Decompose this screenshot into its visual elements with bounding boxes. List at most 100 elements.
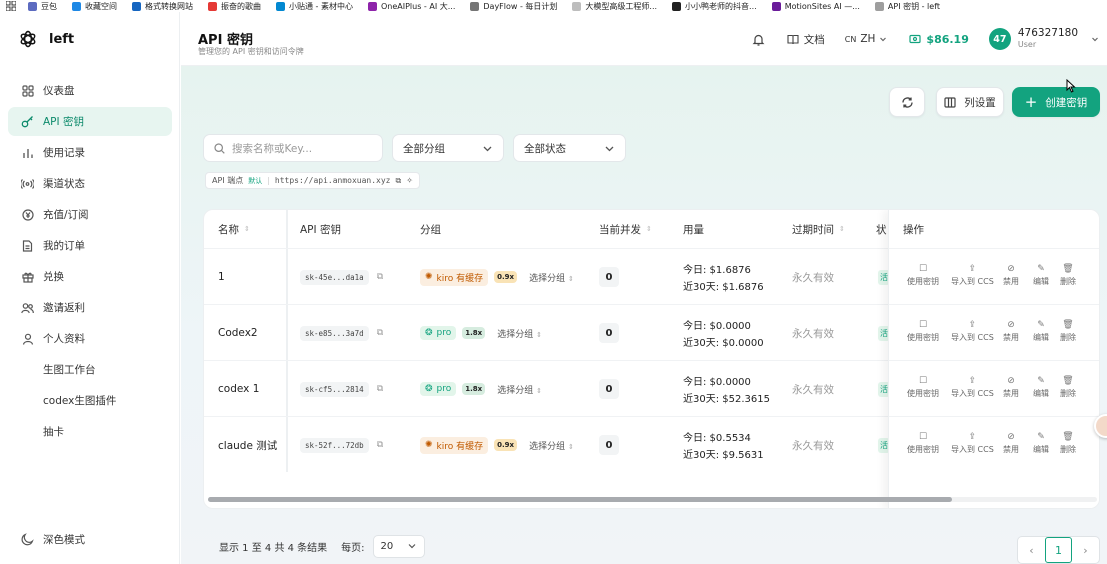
page-subtitle: 管理您的 API 密钥和访问令牌 bbox=[198, 47, 304, 56]
language-select[interactable]: CN ZH bbox=[845, 33, 888, 45]
group-filter-select[interactable]: 全部分组 bbox=[392, 134, 504, 162]
col-header-expiry[interactable]: 过期时间 ⇕ bbox=[792, 210, 845, 248]
delete-button[interactable]: 🗑 删除 bbox=[1060, 376, 1076, 399]
import-ccs-button[interactable]: ⇪ 导入到 CCS bbox=[951, 320, 994, 343]
bookmark-item[interactable]: MotionSites AI —... bbox=[771, 1, 860, 12]
col-header-key: API 密钥 bbox=[300, 210, 341, 248]
horizontal-scrollbar[interactable] bbox=[208, 497, 1097, 502]
next-page-button[interactable]: › bbox=[1072, 537, 1099, 563]
import-ccs-button[interactable]: ⇪ 导入到 CCS bbox=[951, 432, 994, 455]
refresh-button[interactable] bbox=[889, 87, 925, 117]
sidebar-item-redeem[interactable]: 兑换 bbox=[8, 262, 172, 291]
copy-icon[interactable]: ⧉ bbox=[377, 328, 383, 338]
disable-button[interactable]: ⊘ 禁用 bbox=[1003, 432, 1019, 455]
copy-icon[interactable]: ⧉ bbox=[396, 176, 402, 186]
column-settings-button[interactable]: 列设置 bbox=[936, 87, 1004, 117]
dark-mode-toggle[interactable]: 深色模式 bbox=[21, 532, 85, 547]
edit-icon: ✎ bbox=[1037, 264, 1045, 274]
copy-icon[interactable]: ⧉ bbox=[377, 440, 383, 450]
sidebar-item-profile[interactable]: 个人资料 bbox=[8, 324, 172, 353]
delete-button[interactable]: 🗑 删除 bbox=[1060, 320, 1076, 343]
bookmark-item[interactable]: OneAIPlus - AI 大... bbox=[367, 1, 455, 12]
bookmark-label: 格式转换网站 bbox=[145, 1, 193, 11]
group-multiplier: 0.9x bbox=[494, 271, 518, 283]
bookmark-label: DayFlow - 每日计划 bbox=[483, 1, 558, 11]
bookmark-item[interactable]: DayFlow - 每日计划 bbox=[470, 1, 557, 12]
usage-30d: 近30天: $52.3615 bbox=[683, 394, 770, 405]
scrollbar-thumb[interactable] bbox=[208, 497, 952, 502]
search-input[interactable]: 搜索名称或Key... bbox=[203, 134, 383, 162]
col-header-label: 状 bbox=[876, 223, 887, 236]
sidebar-item-channel-status[interactable]: 渠道状态 bbox=[8, 169, 172, 198]
sidebar-item-codex-plugin[interactable]: codex生图插件 bbox=[8, 386, 172, 415]
key-masked: sk-cf5...2814 bbox=[300, 381, 369, 397]
page-button-current[interactable]: 1 bbox=[1045, 537, 1072, 563]
sidebar-item-api-keys[interactable]: API 密钥 bbox=[8, 107, 172, 136]
select-group-dropdown[interactable]: 选择分组 ⇕ bbox=[529, 439, 574, 452]
bookmark-item[interactable]: 豆包 bbox=[28, 1, 57, 12]
ops-column: 操作 ☐ 使用密钥 ⇪ 导入到 CCS ⊘ 禁用 ✎ 编辑 🗑 删除 ☐ 使用密钥 ⇪ 导入到 CCS ⊘ 禁… bbox=[888, 210, 1099, 508]
key-cell: sk-52f...72db ⧉ bbox=[300, 417, 383, 473]
edit-button[interactable]: ✎ 编辑 bbox=[1033, 376, 1049, 399]
bookmark-item[interactable]: 振奋的歌曲 bbox=[208, 1, 261, 12]
op-label: 使用密钥 bbox=[907, 445, 939, 454]
disable-button[interactable]: ⊘ 禁用 bbox=[1003, 376, 1019, 399]
col-header-label: 用量 bbox=[683, 223, 704, 236]
user-menu[interactable]: 47 476327180 User bbox=[988, 27, 1099, 51]
col-header-label: 分组 bbox=[420, 223, 441, 236]
sort-icon: ⇕ bbox=[536, 386, 542, 395]
disable-button[interactable]: ⊘ 禁用 bbox=[1003, 264, 1019, 287]
sidebar-item-referral[interactable]: 邀请返利 bbox=[8, 293, 172, 322]
delete-button[interactable]: 🗑 删除 bbox=[1060, 432, 1076, 455]
sidebar-item-orders[interactable]: 我的订单 bbox=[8, 231, 172, 260]
status-filter-select[interactable]: 全部状态 bbox=[513, 134, 626, 162]
bookmark-item[interactable]: 小贴通 - 素材中心 bbox=[276, 1, 353, 12]
import-ccs-button[interactable]: ⇪ 导入到 CCS bbox=[951, 264, 994, 287]
bookmark-item[interactable]: 收藏空间 bbox=[72, 1, 117, 12]
usage-cell: 今日: $1.6876 近30天: $1.6876 bbox=[683, 249, 764, 305]
sidebar-item-label: 使用记录 bbox=[43, 147, 85, 159]
col-header-name[interactable]: 名称 ⇕ bbox=[218, 210, 250, 248]
import-ccs-button[interactable]: ⇪ 导入到 CCS bbox=[951, 376, 994, 399]
use-key-button[interactable]: ☐ 使用密钥 bbox=[907, 320, 939, 343]
app-logo[interactable]: left bbox=[18, 29, 74, 49]
edit-button[interactable]: ✎ 编辑 bbox=[1033, 320, 1049, 343]
bookmark-favicon-icon bbox=[208, 1, 217, 11]
edit-button[interactable]: ✎ 编辑 bbox=[1033, 432, 1049, 455]
use-key-button[interactable]: ☐ 使用密钥 bbox=[907, 264, 939, 287]
select-group-dropdown[interactable]: 选择分组 ⇕ bbox=[529, 271, 574, 284]
bookmark-item[interactable]: 大模型高级工程师... bbox=[572, 1, 657, 12]
per-page-select[interactable]: 20 bbox=[372, 534, 425, 558]
balance-badge[interactable]: $86.19 bbox=[909, 33, 969, 46]
op-label: 禁用 bbox=[1003, 277, 1019, 286]
bookmark-item[interactable]: 格式转换网站 bbox=[132, 1, 193, 12]
apps-icon[interactable] bbox=[6, 1, 16, 11]
group-filter-value: 全部分组 bbox=[403, 142, 445, 155]
sidebar-item-image-workbench[interactable]: 生图工作台 bbox=[8, 355, 172, 384]
bookmark-favicon-icon bbox=[28, 1, 37, 11]
sparkle-icon[interactable]: ✧ bbox=[406, 176, 413, 185]
copy-icon[interactable]: ⧉ bbox=[377, 384, 383, 394]
sidebar-item-gacha[interactable]: 抽卡 bbox=[8, 417, 172, 446]
sidebar-item-dashboard[interactable]: 仪表盘 bbox=[8, 76, 172, 105]
create-key-button[interactable]: + 创建密钥 bbox=[1012, 87, 1100, 117]
bookmark-item[interactable]: API 密钥 - left bbox=[874, 1, 940, 12]
disable-button[interactable]: ⊘ 禁用 bbox=[1003, 320, 1019, 343]
select-group-dropdown[interactable]: 选择分组 ⇕ bbox=[497, 383, 542, 396]
delete-button[interactable]: 🗑 删除 bbox=[1060, 264, 1076, 287]
grid-icon bbox=[21, 84, 34, 97]
use-key-button[interactable]: ☐ 使用密钥 bbox=[907, 432, 939, 455]
copy-icon[interactable]: ⧉ bbox=[377, 272, 383, 282]
chevron-down-icon bbox=[408, 544, 415, 549]
bell-icon[interactable] bbox=[752, 33, 765, 46]
prev-page-button[interactable]: ‹ bbox=[1018, 537, 1045, 563]
bookmark-item[interactable]: 小小鸭老师的抖音... bbox=[672, 1, 757, 12]
plus-icon: + bbox=[1024, 93, 1038, 111]
use-key-button[interactable]: ☐ 使用密钥 bbox=[907, 376, 939, 399]
sidebar-item-usage[interactable]: 使用记录 bbox=[8, 138, 172, 167]
col-header-concurrency[interactable]: 当前并发 ⇕ bbox=[599, 210, 652, 248]
sidebar-item-recharge[interactable]: 充值/订阅 bbox=[8, 200, 172, 229]
docs-link[interactable]: 文档 bbox=[787, 32, 825, 47]
select-group-dropdown[interactable]: 选择分组 ⇕ bbox=[497, 327, 542, 340]
edit-button[interactable]: ✎ 编辑 bbox=[1033, 264, 1049, 287]
